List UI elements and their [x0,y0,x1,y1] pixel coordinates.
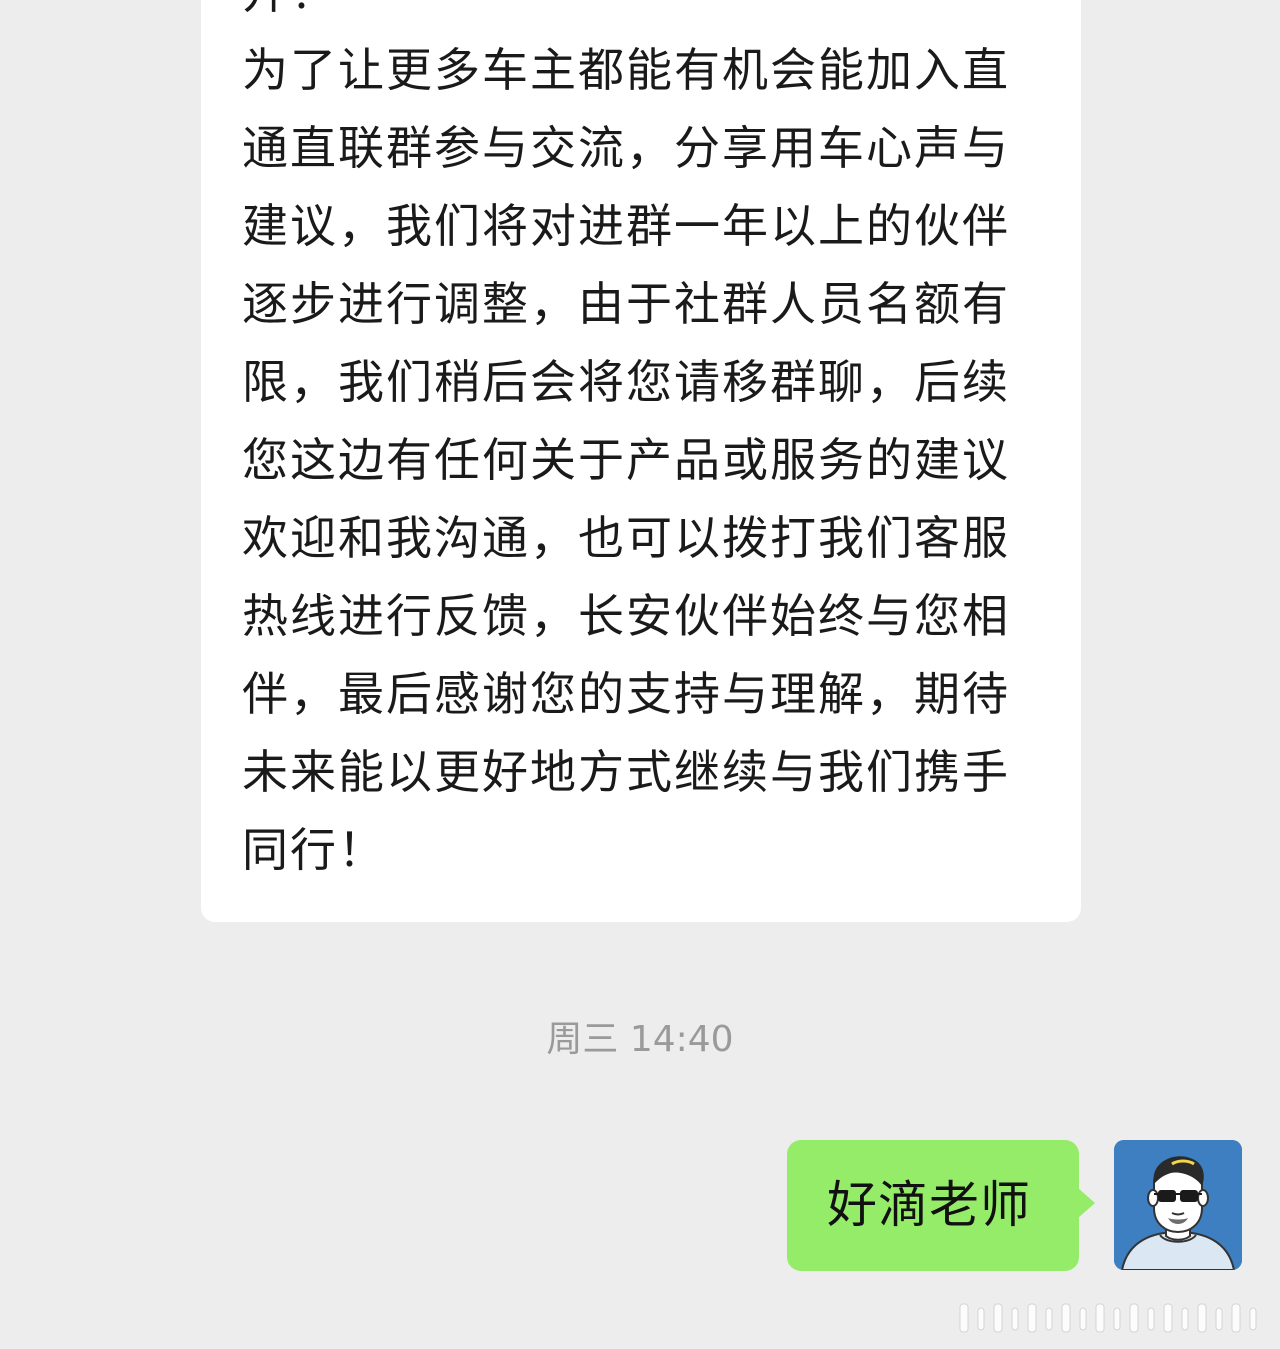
cartoon-avatar-icon [1114,1140,1242,1270]
message-timestamp: 周三 14:40 [546,1019,734,1060]
barcode-watermark-icon [959,1303,1257,1333]
outgoing-message-bubble[interactable]: 好滴老师 [787,1140,1095,1271]
outgoing-message-text: 好滴老师 [827,1176,1031,1234]
user-avatar[interactable] [1114,1140,1242,1270]
incoming-message-bubble[interactable]: 开！ 为了让更多车主都能有机会能加入直通直联群参与交流，分享用车心声与建议，我们… [201,0,1081,922]
incoming-message-text: 开！ 为了让更多车主都能有机会能加入直通直联群参与交流，分享用车心声与建议，我们… [242,0,1010,877]
chat-message-list[interactable]: 开！ 为了让更多车主都能有机会能加入直通直联群参与交流，分享用车心声与建议，我们… [0,0,1280,1349]
